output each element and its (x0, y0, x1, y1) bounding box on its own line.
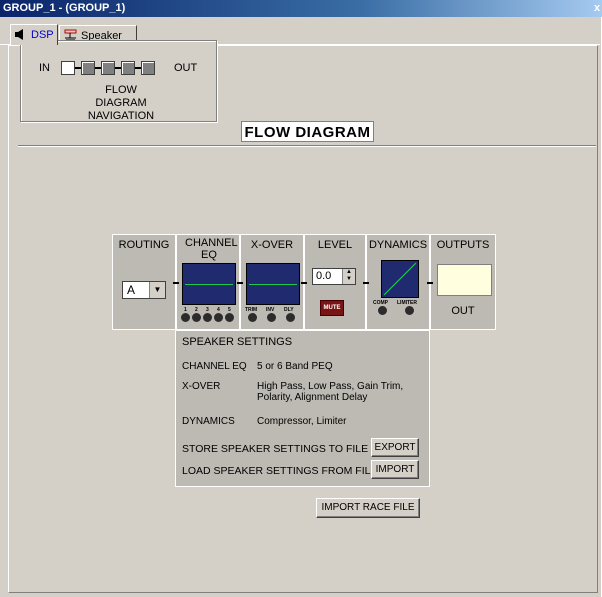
export-button[interactable]: EXPORT (371, 438, 419, 457)
stage-level-title: LEVEL (317, 239, 353, 251)
eq-knob[interactable] (225, 313, 234, 322)
stage-outputs-title: OUTPUTS (436, 239, 490, 251)
setting-value: High Pass, Low Pass, Gain Trim, (257, 381, 404, 392)
eq-knob[interactable] (181, 313, 190, 322)
stage-xover-title: X-OVER (250, 239, 294, 251)
limiter-knob[interactable] (405, 306, 414, 315)
nav-block-routing[interactable] (61, 61, 75, 75)
routing-select[interactable]: A ▼ (122, 281, 166, 299)
import-race-file-button[interactable]: IMPORT RACE FILE (316, 498, 420, 518)
nav-block-xover[interactable] (101, 61, 115, 75)
connector-line (237, 282, 243, 284)
dynamics-knob-label: COMP (373, 300, 388, 306)
trim-knob[interactable] (248, 313, 257, 322)
invert-knob[interactable] (267, 313, 276, 322)
store-settings-label: STORE SPEAKER SETTINGS TO FILE (182, 443, 369, 455)
eq-knob[interactable] (192, 313, 201, 322)
nav-block-eq[interactable] (81, 61, 95, 75)
eq-knobs: 1 2 3 4 5 (181, 307, 239, 323)
setting-value: Compressor, Limiter (257, 416, 347, 427)
eq-knob[interactable] (214, 313, 223, 322)
nav-caption: FLOW DIAGRAM NAVIGATION (81, 84, 161, 123)
xover-display[interactable] (246, 263, 300, 305)
nav-in-label: IN (39, 62, 50, 74)
import-button[interactable]: IMPORT (371, 460, 419, 479)
eq-knob[interactable] (203, 313, 212, 322)
level-value: 0.0 (316, 270, 332, 282)
window-body: DSP Speaker IN OUT FLOW DIAGRAM NAVIGATI… (0, 17, 601, 597)
setting-label: X-OVER (182, 381, 221, 392)
delay-knob[interactable] (286, 313, 295, 322)
routing-select-value: A (127, 283, 136, 297)
xover-trace (249, 284, 297, 285)
connector-line (173, 282, 179, 284)
stage-dynamics[interactable]: DYNAMICS COMP LIMITER (366, 234, 430, 330)
stage-routing-title: ROUTING (118, 239, 170, 251)
nav-block-level[interactable] (121, 61, 135, 75)
nav-out-label: OUT (174, 62, 198, 74)
stage-level[interactable]: LEVEL 0.0 ▲ ▼ MUTE (304, 234, 366, 330)
window-title: GROUP_1 - (GROUP_1) (3, 2, 126, 14)
setting-label: CHANNEL EQ (182, 361, 247, 372)
flow-nav-box: IN OUT FLOW DIAGRAM NAVIGATION (20, 40, 217, 122)
setting-label: DYNAMICS (182, 416, 235, 427)
level-input[interactable]: 0.0 ▲ ▼ (312, 268, 356, 285)
nav-caption-line2: NAVIGATION (87, 110, 155, 122)
connector-line (427, 282, 433, 284)
setting-value: Polarity, Alignment Delay (257, 392, 368, 403)
nav-caption-line1: FLOW DIAGRAM (95, 84, 147, 109)
speaker-mute-icon (15, 29, 23, 40)
stage-channel-eq-title: CHANNEL EQ (185, 237, 238, 261)
comp-knob[interactable] (378, 306, 387, 315)
connector-line (301, 282, 307, 284)
close-icon[interactable]: x (594, 0, 600, 17)
nav-blocks (61, 61, 157, 75)
spinner-icon[interactable]: ▲ ▼ (342, 269, 355, 284)
output-label: OUT (451, 305, 475, 317)
mute-button[interactable]: MUTE (320, 300, 344, 316)
setting-value: 5 or 6 Band PEQ (257, 361, 333, 372)
chevron-down-icon[interactable]: ▼ (149, 282, 165, 298)
speaker-settings-title: SPEAKER SETTINGS (182, 336, 293, 348)
stage-channel-eq[interactable]: CHANNEL EQ 1 2 3 4 5 (176, 234, 240, 330)
dynamics-knobs: COMP LIMITER (371, 300, 429, 316)
dynamics-display[interactable] (381, 260, 419, 298)
dynamics-curve (383, 262, 417, 296)
output-display[interactable] (437, 264, 492, 296)
load-settings-label: LOAD SPEAKER SETTINGS FROM FILE (182, 465, 378, 477)
divider (18, 145, 596, 147)
speaker-settings-panel: SPEAKER SETTINGS CHANNEL EQ 5 or 6 Band … (175, 330, 430, 487)
xover-knobs: TRIM INV DLY (245, 307, 303, 323)
title-bar: GROUP_1 - (GROUP_1) x (0, 0, 602, 17)
nav-block-dynamics[interactable] (141, 61, 155, 75)
eq-display[interactable] (182, 263, 236, 305)
dynamics-knob-label: LIMITER (397, 300, 417, 306)
tab-dsp-label: DSP (31, 29, 54, 41)
flow-diagram-title: FLOW DIAGRAM (241, 121, 374, 142)
tab-dsp[interactable]: DSP (10, 24, 58, 45)
connector-line (363, 282, 369, 284)
eq-trace (185, 284, 233, 285)
stage-dynamics-title: DYNAMICS (368, 239, 428, 251)
stage-xover[interactable]: X-OVER TRIM INV DLY (240, 234, 304, 330)
stage-routing[interactable]: ROUTING A ▼ (112, 234, 176, 330)
stage-outputs[interactable]: OUTPUTS OUT (430, 234, 496, 330)
